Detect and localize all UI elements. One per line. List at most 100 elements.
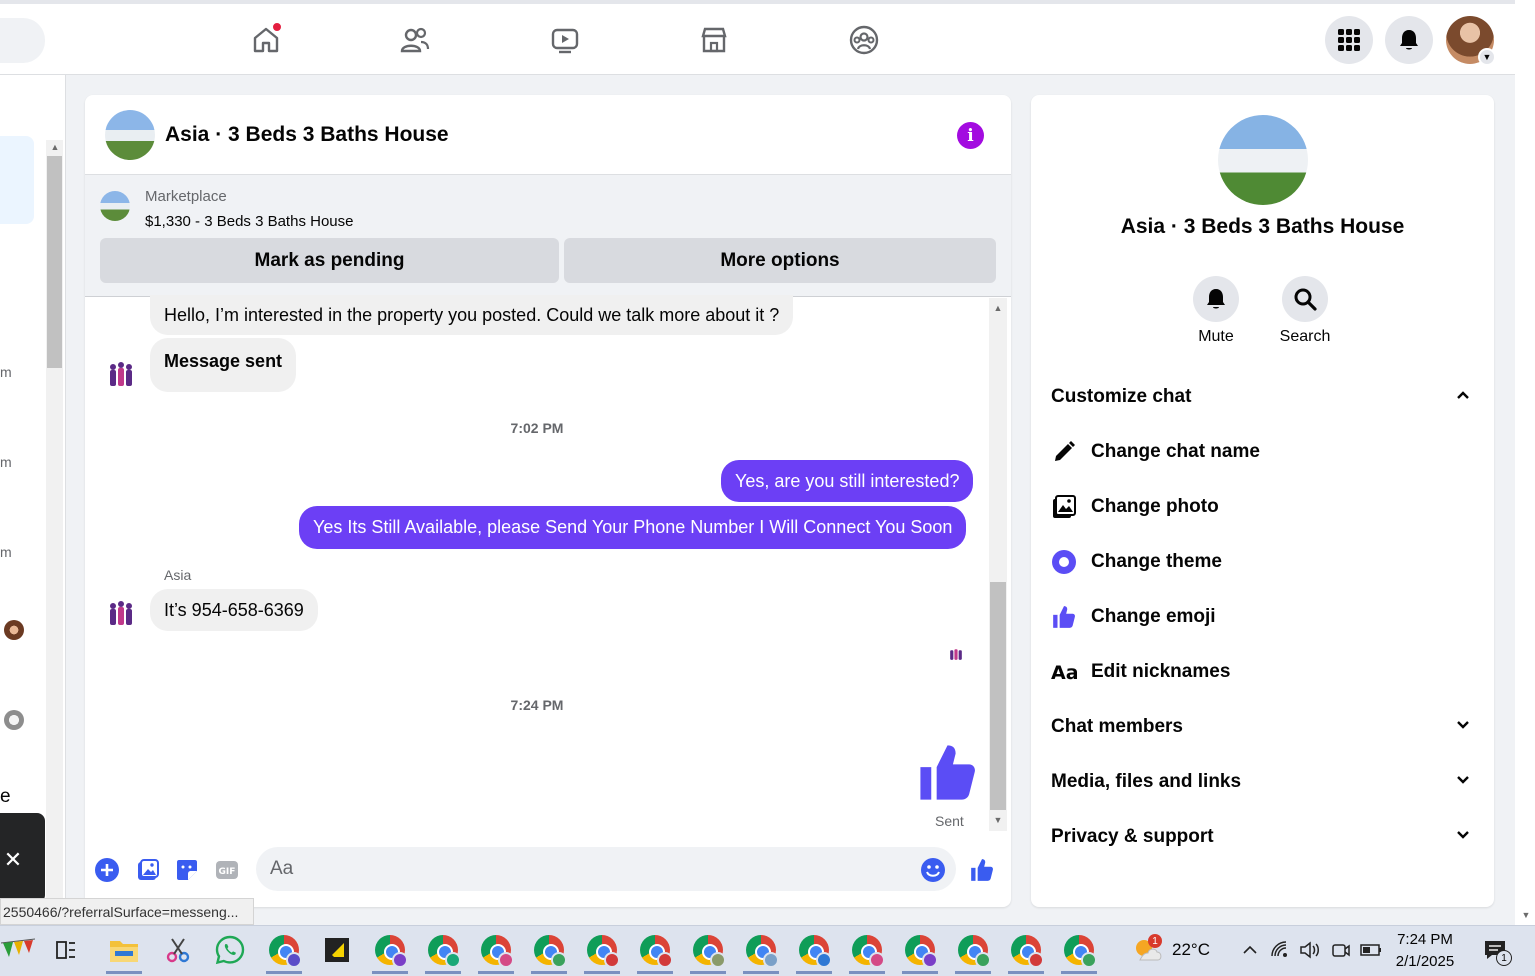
sender-avatar[interactable] (104, 358, 138, 392)
change-chat-name-item[interactable]: Change chat name (1051, 432, 1471, 472)
volume-icon[interactable] (1299, 940, 1321, 960)
sidebar-item-text[interactable]: m (0, 544, 12, 560)
close-icon[interactable]: ✕ (0, 845, 26, 875)
conversation-title: Asia · 3 Beds 3 Baths House (1120, 215, 1405, 238)
chrome-profile-app[interactable] (372, 932, 408, 968)
message-bubble-incoming[interactable]: Hello, I’m interested in the property yo… (150, 295, 794, 335)
sidebar-item-text[interactable]: m (0, 454, 12, 470)
contact-avatar[interactable] (4, 710, 24, 730)
sidebar-item-text[interactable]: m (0, 364, 12, 380)
whatsapp-app[interactable] (212, 932, 248, 968)
chrome-profile-app[interactable] (637, 932, 673, 968)
sender-avatar[interactable] (104, 597, 138, 631)
thumbs-up-message[interactable] (915, 740, 980, 805)
scroll-up-arrow-icon[interactable]: ▲ (46, 142, 64, 152)
scroll-up-arrow-icon[interactable]: ▲ (989, 303, 1007, 313)
chrome-profile-app[interactable] (955, 932, 991, 968)
change-photo-item[interactable]: Change photo (1051, 487, 1471, 527)
chrome-profile-app[interactable] (902, 932, 938, 968)
active-app-indicator (266, 971, 302, 974)
sticky-notes-app[interactable] (319, 932, 355, 968)
sidebar-selected-item[interactable] (0, 136, 34, 224)
notifications-button[interactable] (1385, 16, 1433, 64)
listing-thumbnail[interactable] (100, 191, 130, 221)
friends-nav-button[interactable] (397, 22, 433, 58)
profile-avatar-button[interactable]: ▼ (1446, 16, 1496, 66)
marketplace-nav-button[interactable] (696, 22, 732, 58)
temperature[interactable]: 22°C (1172, 940, 1210, 960)
thumbs-up-icon (920, 745, 975, 800)
mute-button[interactable] (1193, 276, 1239, 322)
task-view-button[interactable] (48, 932, 84, 968)
change-emoji-item[interactable]: Change emoji (1051, 597, 1471, 637)
notification-center-button[interactable]: 1 (1483, 938, 1513, 968)
chevron-up-icon[interactable] (1240, 940, 1260, 960)
search-bar[interactable] (0, 18, 45, 63)
message-bubble-incoming[interactable]: Message sent (150, 338, 297, 392)
file-explorer-app[interactable] (106, 932, 142, 968)
change-theme-item[interactable]: Change theme (1051, 542, 1471, 582)
chrome-profile-app[interactable] (584, 932, 620, 968)
chrome-profile-app[interactable] (690, 932, 726, 968)
more-options-button[interactable]: More options (564, 238, 996, 283)
item-label: Change photo (1091, 496, 1219, 517)
message-bubble-incoming[interactable]: It’s 954-658-6369 (150, 589, 318, 631)
info-icon[interactable]: i (957, 122, 984, 149)
edit-nicknames-item[interactable]: Aa Edit nicknames (1051, 652, 1471, 692)
media-files-links-section[interactable]: Media, files and links (1051, 762, 1471, 802)
scroll-down-arrow-icon[interactable]: ▼ (1517, 910, 1535, 920)
pinned-app-flag[interactable] (0, 932, 36, 968)
scroll-down-arrow-icon[interactable]: ▼ (989, 815, 1007, 825)
mark-as-pending-button[interactable]: Mark as pending (100, 238, 559, 283)
chat-title[interactable]: Asia · 3 Beds 3 Baths House (165, 123, 449, 147)
clock[interactable]: 7:24 PM 2/1/2025 (1380, 929, 1470, 973)
gif-button[interactable]: GIF (214, 857, 240, 883)
customize-chat-section[interactable]: Customize chat (1051, 377, 1471, 417)
marketplace-label: Marketplace (145, 188, 227, 205)
listing-price[interactable]: $1,330 - 3 Beds 3 Baths House (145, 213, 353, 230)
section-label: Customize chat (1051, 386, 1192, 407)
chat-members-section[interactable]: Chat members (1051, 707, 1471, 747)
send-like-button[interactable] (969, 857, 995, 883)
more-actions-button[interactable] (94, 857, 120, 883)
chrome-profile-app[interactable] (425, 932, 461, 968)
chat-avatar[interactable] (105, 110, 155, 160)
home-nav-button[interactable] (248, 22, 284, 58)
contact-avatar[interactable] (4, 620, 24, 640)
group-people-icon (110, 601, 132, 625)
mute-label: Mute (1198, 328, 1234, 345)
chrome-profile-app[interactable] (266, 932, 302, 968)
attach-photo-button[interactable] (135, 857, 161, 883)
message-bubble-outgoing[interactable]: Yes, are you still interested? (721, 460, 974, 502)
chat-scroll-thumb[interactable] (990, 582, 1006, 810)
groups-nav-button[interactable] (846, 22, 882, 58)
conversation-avatar[interactable] (1218, 115, 1308, 205)
menu-grid-button[interactable] (1325, 16, 1373, 64)
chrome-profile-app[interactable] (796, 932, 832, 968)
page-scrollbar[interactable] (1515, 0, 1535, 925)
active-app-indicator (584, 971, 620, 974)
battery-icon[interactable] (1360, 942, 1382, 958)
chrome-profile-app[interactable] (743, 932, 779, 968)
chrome-profile-app[interactable] (1008, 932, 1044, 968)
emoji-button[interactable] (920, 857, 946, 883)
sidebar-item-text[interactable]: e (0, 786, 11, 808)
chrome-profile-app[interactable] (1061, 932, 1097, 968)
svg-text:GIF: GIF (219, 867, 236, 877)
chrome-profile-app[interactable] (478, 932, 514, 968)
wifi-icon[interactable] (1270, 940, 1290, 960)
snipping-tool-app[interactable] (160, 932, 196, 968)
chrome-profile-app[interactable] (849, 932, 885, 968)
sticker-button[interactable] (174, 857, 200, 883)
weather-widget[interactable]: 1 (1130, 932, 1166, 968)
message-input[interactable]: Aa (256, 847, 956, 891)
search-in-conversation-button[interactable] (1282, 276, 1328, 322)
video-nav-button[interactable] (547, 22, 583, 58)
sidebar-scroll-thumb[interactable] (47, 156, 62, 368)
section-label: Media, files and links (1051, 771, 1242, 792)
meet-now-icon[interactable] (1331, 940, 1351, 960)
privacy-support-section[interactable]: Privacy & support (1051, 817, 1471, 857)
message-bubble-outgoing[interactable]: Yes Its Still Available, please Send You… (299, 506, 967, 549)
conversation-details-panel: Asia · 3 Beds 3 Baths House Mute Search … (1031, 95, 1494, 907)
chrome-profile-app[interactable] (531, 932, 567, 968)
